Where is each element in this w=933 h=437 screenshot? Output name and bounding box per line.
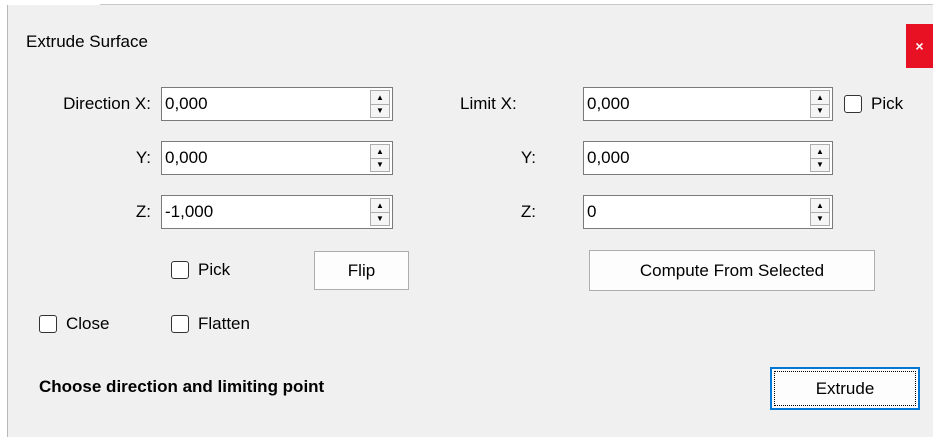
- checkbox-box[interactable]: [39, 315, 57, 333]
- direction-z-spin-arrows[interactable]: ▲ ▼: [370, 198, 390, 226]
- limit-y-value[interactable]: 0,000: [587, 142, 630, 174]
- direction-pick-checkbox[interactable]: Pick: [171, 260, 230, 280]
- spin-down-icon[interactable]: ▼: [811, 104, 829, 117]
- spin-up-icon[interactable]: ▲: [811, 145, 829, 159]
- spin-up-icon[interactable]: ▲: [811, 91, 829, 105]
- direction-x-label: Direction X:: [63, 94, 151, 113]
- limit-x-spinner[interactable]: 0,000 ▲ ▼: [583, 87, 833, 121]
- limit-x-label: Limit X:: [460, 94, 517, 113]
- direction-z-value[interactable]: -1,000: [165, 196, 213, 228]
- limit-z-spinner[interactable]: 0 ▲ ▼: [583, 195, 833, 229]
- spin-down-icon[interactable]: ▼: [371, 212, 389, 225]
- direction-pick-label: Pick: [198, 260, 231, 279]
- close-icon: ×: [915, 38, 924, 54]
- flip-button[interactable]: Flip: [314, 251, 409, 290]
- limit-pick-label: Pick: [871, 94, 904, 113]
- spin-down-icon[interactable]: ▼: [371, 104, 389, 117]
- close-checkbox-label: Close: [66, 314, 110, 333]
- title-bar[interactable]: Extrude Surface ×: [9, 5, 933, 75]
- extrude-button[interactable]: Extrude: [770, 367, 920, 410]
- spin-up-icon[interactable]: ▲: [811, 199, 829, 213]
- direction-y-spin-arrows[interactable]: ▲ ▼: [370, 144, 390, 172]
- dialog-title: Extrude Surface: [26, 32, 148, 51]
- background-window: [0, 5, 8, 437]
- extrude-surface-dialog: Extrude Surface × Direction X: 0,000 ▲ ▼…: [9, 5, 933, 437]
- spin-up-icon[interactable]: ▲: [371, 145, 389, 159]
- direction-y-value[interactable]: 0,000: [165, 142, 208, 174]
- limit-y-spin-arrows[interactable]: ▲ ▼: [810, 144, 830, 172]
- limit-y-spinner[interactable]: 0,000 ▲ ▼: [583, 141, 833, 175]
- compute-from-selected-button[interactable]: Compute From Selected: [589, 250, 875, 291]
- flatten-checkbox-label: Flatten: [198, 314, 250, 333]
- limit-z-value[interactable]: 0: [587, 196, 596, 228]
- direction-x-spin-arrows[interactable]: ▲ ▼: [370, 90, 390, 118]
- direction-y-label: Y:: [135, 148, 151, 167]
- flip-button-label: Flip: [347, 260, 376, 280]
- limit-pick-checkbox[interactable]: Pick: [844, 94, 903, 114]
- spin-down-icon[interactable]: ▼: [811, 212, 829, 225]
- direction-z-label: Z:: [135, 202, 151, 221]
- direction-y-spinner[interactable]: 0,000 ▲ ▼: [161, 141, 393, 175]
- checkbox-box[interactable]: [844, 95, 862, 113]
- spin-up-icon[interactable]: ▲: [371, 199, 389, 213]
- close-checkbox[interactable]: Close: [39, 314, 109, 334]
- spin-up-icon[interactable]: ▲: [371, 91, 389, 105]
- compute-from-selected-label: Compute From Selected: [639, 260, 825, 280]
- limit-y-label: Y:: [520, 148, 536, 167]
- direction-x-spinner[interactable]: 0,000 ▲ ▼: [161, 87, 393, 121]
- checkbox-box[interactable]: [171, 315, 189, 333]
- direction-z-spinner[interactable]: -1,000 ▲ ▼: [161, 195, 393, 229]
- spin-down-icon[interactable]: ▼: [371, 158, 389, 171]
- limit-z-spin-arrows[interactable]: ▲ ▼: [810, 198, 830, 226]
- limit-z-label: Z:: [520, 202, 536, 221]
- checkbox-box[interactable]: [171, 261, 189, 279]
- focus-rectangle: [774, 371, 916, 406]
- spin-down-icon[interactable]: ▼: [811, 158, 829, 171]
- flatten-checkbox[interactable]: Flatten: [171, 314, 250, 334]
- close-button[interactable]: ×: [906, 24, 933, 68]
- direction-x-value[interactable]: 0,000: [165, 88, 208, 120]
- limit-x-value[interactable]: 0,000: [587, 88, 630, 120]
- limit-x-spin-arrows[interactable]: ▲ ▼: [810, 90, 830, 118]
- status-text: Choose direction and limiting point: [39, 377, 325, 396]
